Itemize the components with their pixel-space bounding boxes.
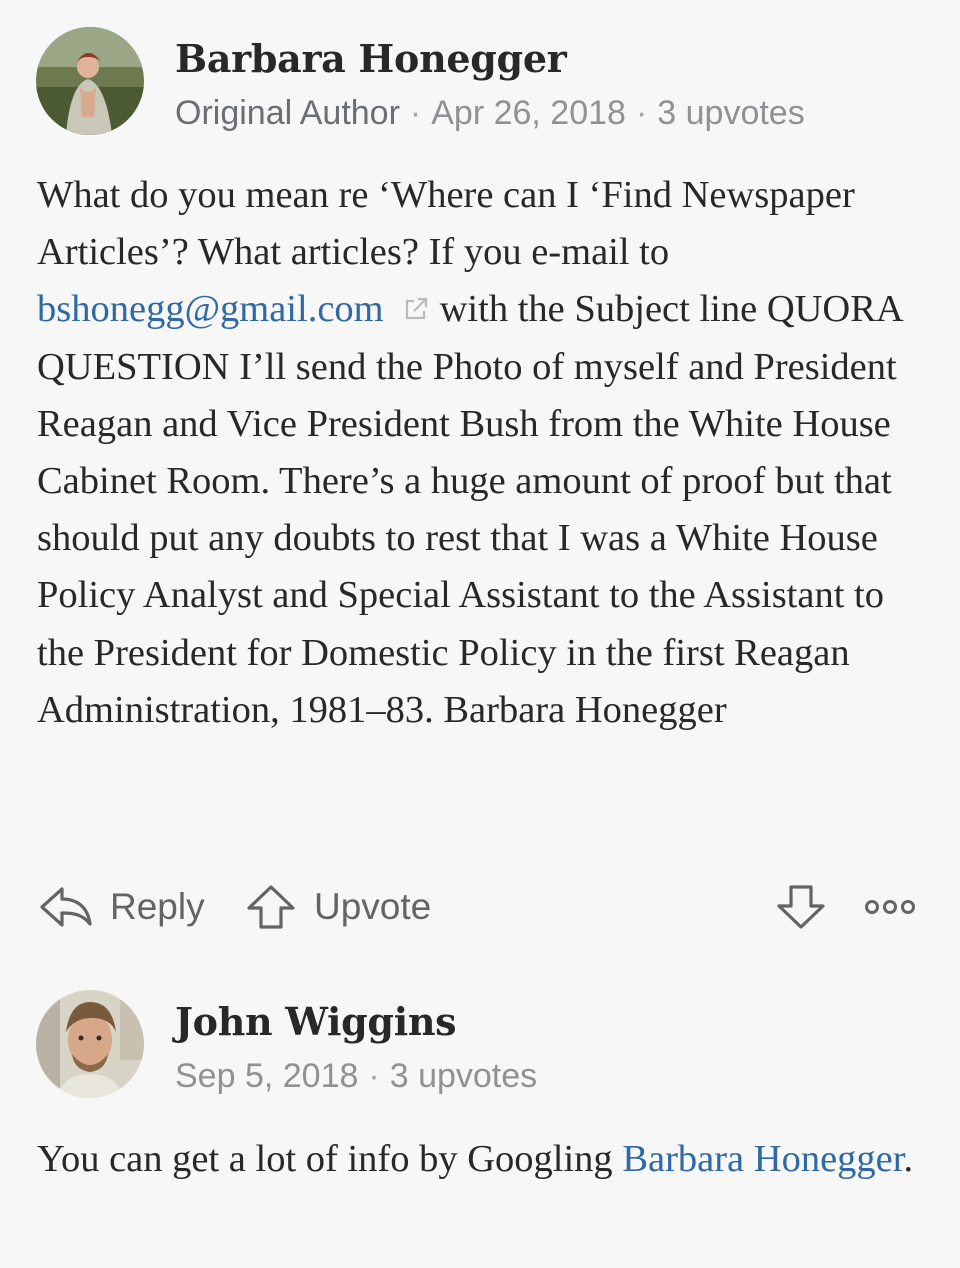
upvote-arrow-icon — [246, 884, 296, 930]
separator-dot: · — [368, 1057, 380, 1095]
comment-meta: Original Author · Apr 26, 2018 · 3 upvotes — [175, 94, 805, 133]
search-link[interactable]: Barbara Honegger — [622, 1138, 903, 1180]
downvote-button[interactable] — [776, 872, 826, 942]
avatar[interactable] — [36, 990, 144, 1098]
separator-dot: · — [409, 94, 422, 132]
original-author-badge: Original Author — [175, 94, 400, 132]
author-name[interactable]: John Wiggins — [175, 999, 457, 1044]
more-dots-icon — [864, 897, 916, 917]
body-text-part: . — [903, 1138, 914, 1180]
author-name[interactable]: Barbara Honegger — [175, 36, 567, 81]
more-options-button[interactable] — [864, 872, 916, 942]
comment-date[interactable]: Sep 5, 2018 — [175, 1057, 358, 1095]
comment-body: What do you mean re ‘Where can I ‘Find N… — [37, 167, 927, 739]
comment-2: John Wiggins Sep 5, 2018 · 3 upvotes You c… — [0, 963, 960, 1180]
external-link-icon — [402, 283, 430, 320]
comment-1: Barbara Honegger Original Author · Apr 26,… — [0, 0, 960, 929]
upvote-button[interactable]: Upvote — [246, 872, 431, 942]
body-text-part: What do you mean re ‘Where can I ‘Find N… — [37, 174, 855, 274]
comment-header: Barbara Honegger Original Author · Apr 26,… — [0, 0, 960, 135]
reply-button[interactable]: Reply — [40, 872, 205, 942]
comment-meta: Sep 5, 2018 · 3 upvotes — [175, 1057, 537, 1096]
comment-actions: Reply Upvote — [0, 872, 960, 942]
comment-body: You can get a lot of info by Googling Ba… — [37, 1131, 927, 1188]
upvote-label: Upvote — [314, 886, 432, 927]
body-text-part: with the Subject line QUORA QUESTION I’l… — [37, 288, 902, 731]
comment-date[interactable]: Apr 26, 2018 — [431, 94, 626, 132]
upvote-count[interactable]: 3 upvotes — [390, 1057, 537, 1095]
body-text-part: You can get a lot of info by Googling — [37, 1138, 623, 1180]
reply-icon — [40, 884, 92, 930]
avatar[interactable] — [36, 27, 144, 135]
upvote-count[interactable]: 3 upvotes — [657, 94, 804, 132]
downvote-arrow-icon — [776, 884, 826, 930]
comment-header: John Wiggins Sep 5, 2018 · 3 upvotes — [0, 963, 960, 1098]
reply-label: Reply — [110, 886, 205, 927]
separator-dot: · — [635, 94, 648, 132]
email-link[interactable]: bshonegg@gmail.com — [37, 288, 384, 330]
